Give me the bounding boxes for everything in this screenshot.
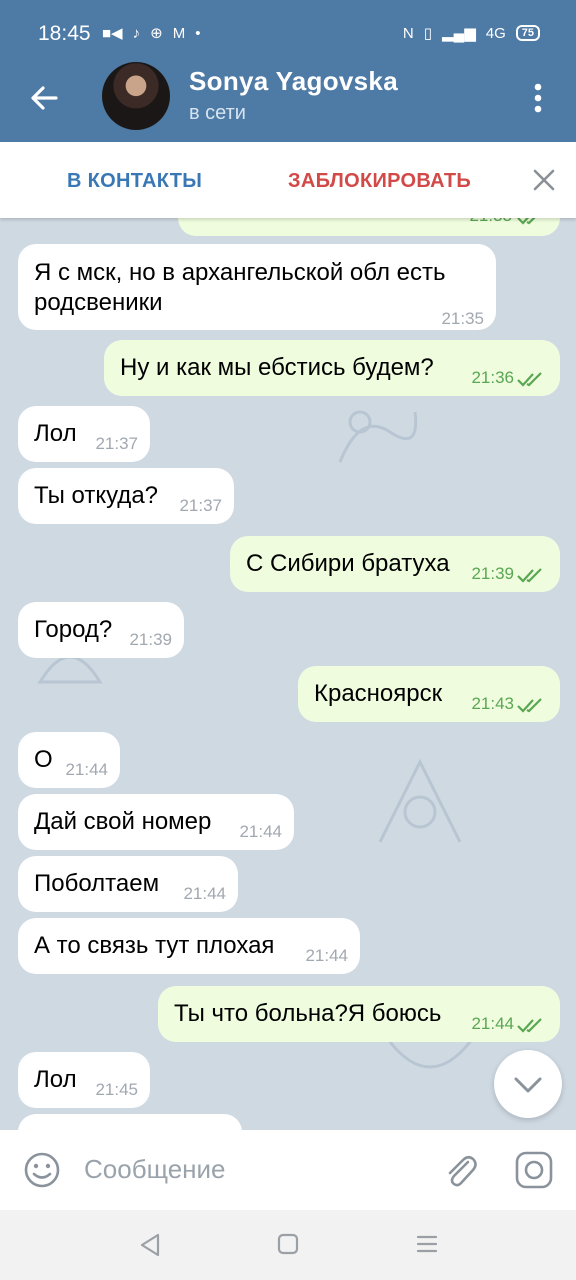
message-text: А то связь тут плохая xyxy=(34,932,275,959)
camera-icon[interactable] xyxy=(514,1150,554,1190)
message-bubble-incoming[interactable]: Лол 21:37 xyxy=(18,406,150,462)
message-bubble-incoming[interactable]: Я с мск, но в архангельской обл есть род… xyxy=(18,244,496,330)
message-bubble-outgoing[interactable]: С Сибири братуха 21:39 xyxy=(230,536,560,592)
4g-icon: 4G xyxy=(485,24,506,42)
vibrate-icon: ▯ xyxy=(423,25,433,42)
message-time: 21:45 xyxy=(95,1080,138,1099)
message-text: Ну и как мы ебстись будем? xyxy=(120,354,434,381)
chevron-down-icon xyxy=(514,1077,542,1093)
dot-icon: • xyxy=(195,24,201,42)
message-bubble-outgoing[interactable]: Ну и как мы ебстись будем? 21:36 xyxy=(104,340,560,396)
message-bubble-outgoing[interactable]: Ты что больна?Я боюсь 21:44 xyxy=(158,986,560,1042)
message-time: 21:44 xyxy=(65,760,108,779)
doodle-icon xyxy=(378,758,462,843)
message-bubble-incoming[interactable]: Лол 21:45 xyxy=(18,1052,150,1108)
message-text: Красноярск xyxy=(314,680,443,707)
message-text: Лол xyxy=(34,1066,77,1093)
close-icon[interactable] xyxy=(530,166,558,194)
doodle-icon xyxy=(338,410,418,463)
message-text: Лол xyxy=(34,420,77,447)
more-options-icon[interactable] xyxy=(526,78,550,118)
message-text: Город? xyxy=(34,616,113,643)
message-text: Я с мск, но в архангельской обл есть xyxy=(34,259,446,286)
app-icon: ⊕ xyxy=(150,25,163,42)
message-time: 21:37 xyxy=(179,496,222,515)
message-bubble-incoming[interactable]: Город? 21:39 xyxy=(18,602,184,658)
attach-icon[interactable] xyxy=(440,1150,480,1190)
scroll-to-bottom-button[interactable] xyxy=(494,1050,562,1118)
chat-header: Sonya Yagovska в сети xyxy=(0,52,576,142)
message-input[interactable]: Сообщение xyxy=(84,1154,226,1185)
status-time: 18:45 xyxy=(38,22,91,45)
message-bubble-incoming[interactable]: А то связь тут плохая 21:44 xyxy=(18,918,360,974)
back-arrow-icon[interactable] xyxy=(26,78,66,118)
message-text: Дай свой номер xyxy=(34,808,212,835)
nav-recents-icon[interactable] xyxy=(416,1234,438,1254)
contact-avatar[interactable] xyxy=(102,62,170,130)
message-text: Поболтаем xyxy=(34,870,160,897)
message-bubble-incoming[interactable]: О 21:44 xyxy=(18,732,120,788)
message-time: 21:44 xyxy=(305,946,348,965)
nav-back-icon[interactable] xyxy=(138,1232,162,1258)
chat-area[interactable]: 21:33 Я с мск, но в архангельской обл ес… xyxy=(0,142,576,1130)
message-text: С Сибири братуха xyxy=(246,550,450,577)
gmail-icon: M xyxy=(172,24,186,42)
video-icon: ■◀ xyxy=(102,25,123,42)
nav-home-icon[interactable] xyxy=(277,1233,299,1255)
tiktok-icon: ♪ xyxy=(132,24,141,42)
status-bar: 18:45 ■◀ ♪ ⊕ M • N ▯ ▂▄▆ 4G 75 xyxy=(0,0,576,52)
contact-status: в сети xyxy=(189,102,246,124)
message-time: 21:36 xyxy=(471,368,514,387)
read-checks-icon xyxy=(517,698,542,713)
message-time: 21:37 xyxy=(95,434,138,453)
message-text: Ты откуда? xyxy=(34,482,159,509)
message-bubble-incoming[interactable] xyxy=(18,1114,242,1130)
message-text: О xyxy=(34,746,53,773)
message-bubble-incoming[interactable]: Дай свой номер 21:44 xyxy=(18,794,294,850)
message-time: 21:43 xyxy=(471,694,514,713)
battery-icon: 75 xyxy=(515,25,540,41)
action-bar: В КОНТАКТЫ ЗАБЛОКИРОВАТЬ xyxy=(0,142,576,218)
emoji-icon[interactable] xyxy=(22,1150,62,1190)
signal-icon: ▂▄▆ xyxy=(442,25,476,42)
contact-name[interactable]: Sonya Yagovska xyxy=(189,66,398,97)
read-checks-icon xyxy=(517,1018,542,1033)
message-bubble-incoming[interactable]: Ты откуда? 21:37 xyxy=(18,468,234,524)
message-bubble-incoming[interactable]: Поболтаем 21:44 xyxy=(18,856,238,912)
nfc-icon: N xyxy=(402,24,414,42)
message-time: 21:44 xyxy=(471,1014,514,1033)
status-right-icons: N ▯ ▂▄▆ 4G 75 xyxy=(403,24,540,42)
message-time: 21:44 xyxy=(183,884,226,903)
read-checks-icon xyxy=(517,372,542,387)
message-bubble-outgoing[interactable]: Красноярск 21:43 xyxy=(298,666,560,722)
message-time: 21:39 xyxy=(129,630,172,649)
message-time: 21:44 xyxy=(239,822,282,841)
message-composer: Сообщение xyxy=(0,1130,576,1210)
system-navigation-bar xyxy=(0,1210,576,1280)
status-left-icons: ■◀ ♪ ⊕ M • xyxy=(102,24,201,43)
read-checks-icon xyxy=(517,568,542,583)
message-text: Ты что больна?Я боюсь xyxy=(174,1000,442,1027)
message-time: 21:35 xyxy=(441,309,484,328)
block-button[interactable]: ЗАБЛОКИРОВАТЬ xyxy=(288,170,471,193)
message-time: 21:39 xyxy=(471,564,514,583)
add-to-contacts-button[interactable]: В КОНТАКТЫ xyxy=(67,170,202,193)
message-text: родсвеники xyxy=(34,289,163,316)
